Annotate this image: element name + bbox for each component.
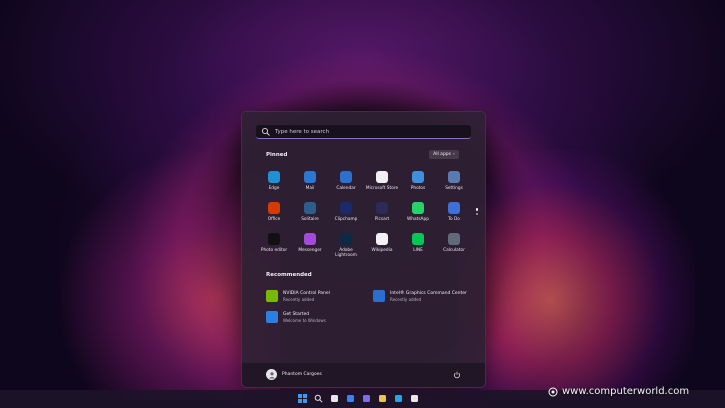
recommended-item-subtitle: Recently added: [283, 296, 315, 302]
taskbar-widgets-icon[interactable]: [345, 393, 356, 404]
all-apps-button[interactable]: All apps ›: [429, 150, 459, 159]
chevron-right-icon: ›: [453, 152, 455, 157]
picsart-icon: [376, 202, 388, 214]
pinned-app-photos[interactable]: Photos: [400, 169, 436, 200]
pinned-app-lightroom[interactable]: Adobe Lightroom: [328, 231, 364, 262]
pinned-app-calendar[interactable]: Calendar: [328, 169, 364, 200]
pinned-title: Pinned: [266, 152, 288, 158]
recommended-item-subtitle: Welcome to Windows: [283, 317, 326, 323]
user-name[interactable]: Phantom Cargoes: [282, 372, 322, 377]
power-icon: [454, 371, 460, 379]
office-icon: [268, 202, 280, 214]
pinned-app-line[interactable]: LINE: [400, 231, 436, 262]
taskbar-store-icon[interactable]: [409, 393, 420, 404]
pinned-app-photo-editor[interactable]: Photo editor: [256, 231, 292, 262]
search-input[interactable]: Type here to search: [256, 125, 471, 139]
pinned-app-label: Edge: [268, 186, 280, 191]
recommended-item-text: Intel® Graphics Command Center Recently a…: [390, 291, 467, 302]
computerworld-logo-icon: [548, 387, 558, 396]
pinned-app-clipchamp[interactable]: Clipchamp: [328, 200, 364, 231]
pinned-app-label: To Do: [448, 217, 460, 222]
page-dot-2: [476, 213, 478, 215]
pinned-app-label: WhatsApp: [407, 217, 429, 222]
get-started-icon: [266, 311, 278, 323]
pinned-apps-grid: Edge Mail Calendar Microsoft Store Photos Set…: [256, 169, 472, 262]
solitaire-icon: [304, 202, 316, 214]
nvidia-icon: [266, 290, 278, 302]
start-menu: Type here to search Pinned All apps › Ed…: [241, 111, 486, 388]
pinned-app-office[interactable]: Office: [256, 200, 292, 231]
wikipedia-icon: [376, 233, 388, 245]
photos-icon: [412, 171, 424, 183]
recommended-item[interactable]: Get Started Welcome to Windows: [266, 311, 326, 323]
pinned-app-label: Photos: [410, 186, 426, 191]
pinned-app-messenger[interactable]: Messenger: [292, 231, 328, 262]
pinned-app-label: Mail: [305, 186, 315, 191]
search-icon: [261, 127, 271, 137]
pinned-app-solitaire[interactable]: Solitaire: [292, 200, 328, 231]
search-placeholder: Type here to search: [275, 128, 330, 135]
mail-icon: [304, 171, 316, 183]
edge-icon: [268, 171, 280, 183]
settings-icon: [448, 171, 460, 183]
recommended-item-name: NVIDIA Control Panel: [283, 290, 330, 296]
line-icon: [412, 233, 424, 245]
pinned-app-todo[interactable]: To Do: [436, 200, 472, 231]
pinned-app-label: Wikipedia: [371, 248, 393, 253]
recommended-item[interactable]: Intel® Graphics Command Center Recently a…: [373, 290, 467, 302]
recommended-item-text: NVIDIA Control Panel Recently added: [283, 291, 330, 302]
recommended-item-subtitle: Recently added: [390, 296, 422, 302]
recommended-title: Recommended: [266, 272, 312, 278]
intel-graphics-icon: [373, 290, 385, 302]
todo-icon: [448, 202, 460, 214]
pinned-app-label: Calendar: [336, 186, 356, 191]
user-icon: [268, 371, 275, 378]
avatar[interactable]: [266, 369, 277, 380]
wallpaper-glow-right: [455, 150, 695, 400]
store-icon: [376, 171, 388, 183]
pinned-app-label: Photo editor: [260, 248, 288, 253]
pinned-app-edge[interactable]: Edge: [256, 169, 292, 200]
watermark: www.computerworld.com: [548, 386, 689, 397]
lightroom-icon: [340, 233, 352, 245]
taskbar-edge-icon[interactable]: [393, 393, 404, 404]
pinned-app-label: Picsart: [374, 217, 390, 222]
pinned-app-mail[interactable]: Mail: [292, 169, 328, 200]
taskbar-chat-icon[interactable]: [361, 393, 372, 404]
messenger-icon: [304, 233, 316, 245]
clipchamp-icon: [340, 202, 352, 214]
pinned-app-label: Settings: [445, 186, 463, 191]
pinned-app-label: Microsoft Store: [365, 186, 399, 191]
taskbar-search-icon[interactable]: [313, 393, 324, 404]
pinned-app-store[interactable]: Microsoft Store: [364, 169, 400, 200]
power-button[interactable]: [451, 369, 463, 381]
pinned-app-label: Adobe Lightroom: [335, 248, 357, 258]
recommended-item-name: Intel® Graphics Command Center: [390, 290, 467, 296]
page-dot-1: [476, 208, 478, 211]
recommended-item-text: Get Started Welcome to Windows: [283, 312, 326, 323]
pinned-app-label: Calculator: [443, 248, 465, 253]
pinned-app-wikipedia[interactable]: Wikipedia: [364, 231, 400, 262]
calculator-icon: [448, 233, 460, 245]
pinned-app-picsart[interactable]: Picsart: [364, 200, 400, 231]
taskbar-windows-icon[interactable]: [297, 393, 308, 404]
taskbar-task-view-icon[interactable]: [329, 393, 340, 404]
pinned-app-whatsapp[interactable]: WhatsApp: [400, 200, 436, 231]
pinned-app-label: Messenger: [298, 248, 322, 253]
recommended-item-name: Get Started: [283, 311, 310, 317]
taskbar-file-explorer-icon[interactable]: [377, 393, 388, 404]
taskbar-icons: [297, 393, 420, 404]
whatsapp-icon: [412, 202, 424, 214]
page-indicator[interactable]: [476, 208, 479, 215]
pinned-app-label: LINE: [413, 248, 423, 253]
calendar-icon: [340, 171, 352, 183]
photo-editor-icon: [268, 233, 280, 245]
start-footer: Phantom Cargoes: [242, 362, 485, 387]
pinned-app-calculator[interactable]: Calculator: [436, 231, 472, 262]
pinned-app-settings[interactable]: Settings: [436, 169, 472, 200]
recommended-item[interactable]: NVIDIA Control Panel Recently added: [266, 290, 330, 302]
pinned-app-label: Clipchamp: [334, 217, 358, 222]
pinned-app-label: Solitaire: [301, 217, 319, 222]
pinned-app-label: Office: [267, 217, 281, 222]
